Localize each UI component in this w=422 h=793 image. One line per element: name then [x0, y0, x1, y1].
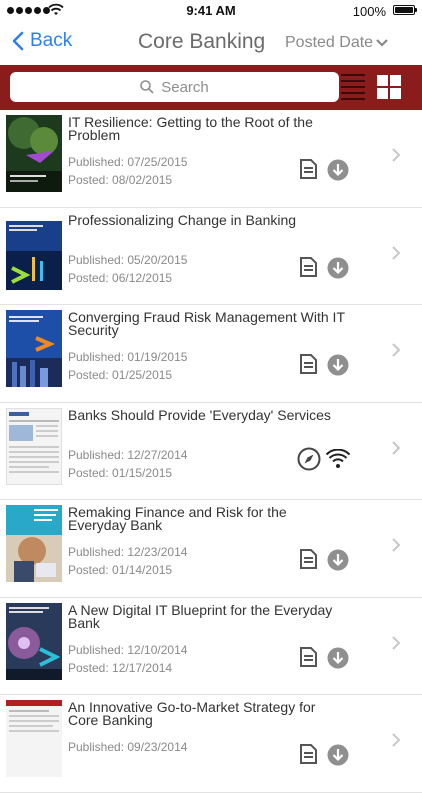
item-posted-date: Posted: 01/14/2015 — [68, 563, 173, 577]
thumbnail-image — [6, 115, 62, 192]
list-view-button[interactable] — [341, 74, 365, 100]
chevron-right-icon — [392, 245, 401, 260]
battery-icon — [393, 5, 417, 15]
item-posted-date: Posted: 08/02/2015 — [68, 173, 173, 187]
item-posted-date: Posted: 01/15/2015 — [68, 465, 173, 480]
item-published-date: Published: 12/10/2014 — [68, 642, 188, 657]
item-published-date: Published: 07/25/2015 — [68, 155, 188, 169]
chevron-right-icon — [392, 343, 401, 357]
list-item[interactable]: IT Resilience: Getting to the Root of th… — [0, 110, 422, 208]
item-posted-date: Posted: 01/25/2015 — [68, 368, 173, 382]
document-icon[interactable] — [299, 548, 318, 570]
document-icon[interactable] — [299, 646, 318, 668]
search-toolbar: Search — [0, 65, 422, 110]
thumbnail-image — [6, 700, 62, 777]
list-item[interactable]: Converging Fraud Risk Management With IT… — [0, 305, 422, 403]
chevron-right-icon — [392, 440, 401, 455]
list-item[interactable]: An Innovative Go-to-Market Strategy for … — [0, 695, 422, 793]
download-icon[interactable] — [327, 159, 349, 181]
thumbnail-image — [6, 505, 62, 582]
thumbnail-image — [6, 310, 62, 387]
back-button[interactable]: Back — [12, 30, 72, 52]
thumbnail-image — [6, 602, 62, 680]
chevron-right-icon — [392, 148, 401, 162]
article-list: IT Resilience: Getting to the Root of th… — [0, 110, 422, 793]
item-title: A New Digital IT Blueprint for the Every… — [68, 601, 333, 631]
wifi-icon[interactable] — [326, 448, 350, 469]
chevron-right-icon — [392, 538, 401, 552]
chevron-down-icon — [376, 39, 388, 47]
item-title: Professionalizing Change in Banking — [68, 211, 297, 228]
item-title: Converging Fraud Risk Management With IT… — [68, 309, 345, 338]
list-item[interactable]: Professionalizing Change in Banking Publ… — [0, 208, 422, 305]
item-title: IT Resilience: Getting to the Root of th… — [68, 114, 313, 143]
grid-view-button[interactable] — [377, 75, 401, 99]
sort-dropdown[interactable]: Posted Date — [285, 34, 388, 52]
search-icon — [140, 80, 154, 94]
item-published-date: Published: 12/23/2014 — [68, 545, 188, 559]
compass-icon[interactable] — [297, 447, 321, 471]
list-item[interactable]: Banks Should Provide 'Everyday' Services… — [0, 403, 422, 500]
item-title: An Innovative Go-to-Market Strategy for … — [68, 699, 316, 728]
navigation-bar: Back Core Banking Posted Date — [0, 22, 422, 65]
search-input[interactable]: Search — [10, 72, 339, 102]
item-published-date: Published: 09/23/2014 — [68, 740, 188, 754]
document-icon[interactable] — [299, 256, 318, 278]
document-icon[interactable] — [299, 158, 318, 180]
item-title: Banks Should Provide 'Everyday' Services — [68, 406, 331, 423]
download-icon[interactable] — [327, 744, 349, 766]
list-item[interactable]: Remaking Finance and Risk for the Everyd… — [0, 500, 422, 598]
document-icon[interactable] — [299, 743, 318, 765]
sort-dropdown-label: Posted Date — [285, 34, 374, 51]
download-icon[interactable] — [327, 354, 349, 376]
download-icon[interactable] — [327, 647, 349, 669]
download-icon[interactable] — [327, 257, 349, 279]
item-published-date: Published: 01/19/2015 — [68, 350, 188, 364]
item-title: Remaking Finance and Risk for the Everyd… — [68, 504, 287, 533]
status-bar: 9:41 AM 100% — [0, 0, 422, 22]
thumbnail-image — [6, 407, 62, 485]
chevron-left-icon — [12, 31, 24, 51]
thumbnail-image — [6, 212, 62, 290]
chevron-right-icon — [392, 635, 401, 650]
item-posted-date: Posted: 06/12/2015 — [68, 270, 173, 285]
chevron-right-icon — [392, 733, 401, 747]
search-placeholder: Search — [161, 78, 209, 96]
back-button-label: Back — [30, 30, 73, 51]
download-icon[interactable] — [327, 549, 349, 571]
battery-percentage: 100% — [352, 4, 386, 19]
list-item[interactable]: A New Digital IT Blueprint for the Every… — [0, 598, 422, 695]
item-posted-date: Posted: 12/17/2014 — [68, 660, 173, 675]
item-published-date: Published: 12/27/2014 — [68, 447, 188, 462]
item-published-date: Published: 05/20/2015 — [68, 252, 188, 267]
document-icon[interactable] — [299, 353, 318, 375]
page-title: Core Banking — [138, 30, 266, 53]
